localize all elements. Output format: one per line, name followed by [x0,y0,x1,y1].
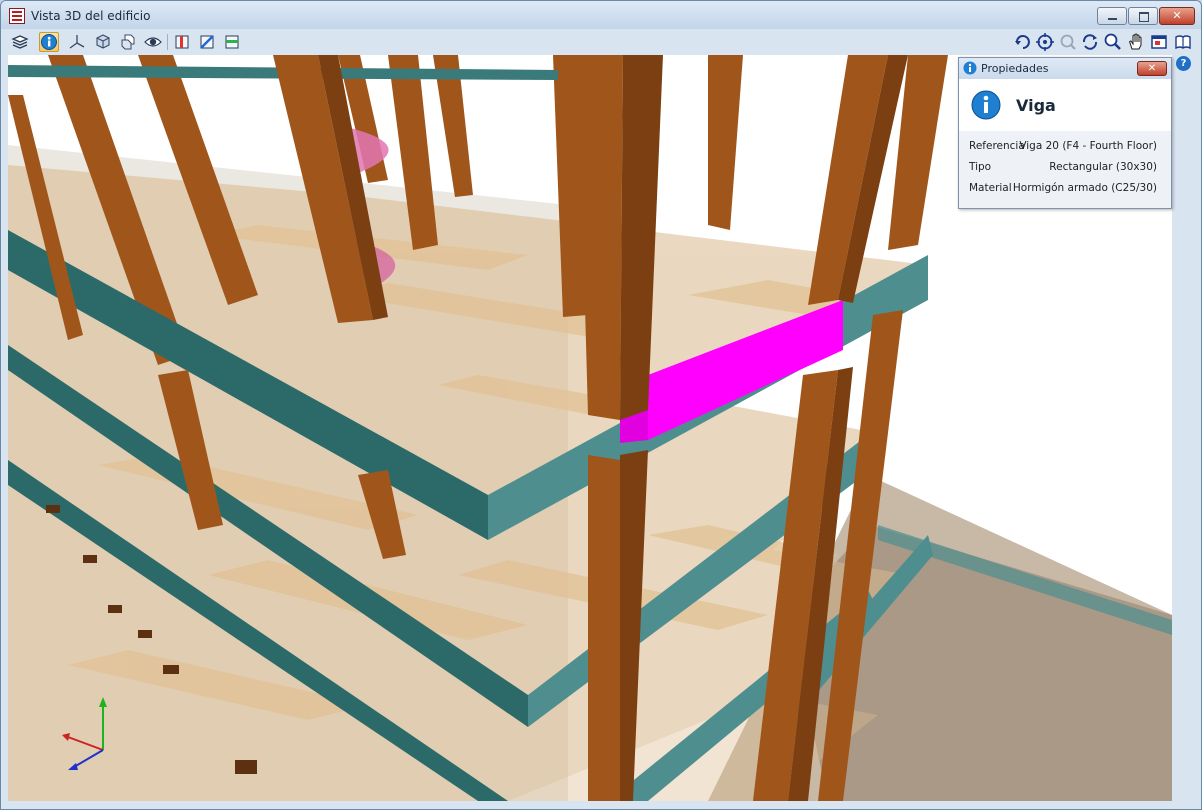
eye-icon[interactable] [143,32,163,52]
building-3d-view-window: Vista 3D del edificio ✕ ? Propiedades ✕ … [0,0,1202,810]
close-button[interactable] [1159,7,1195,25]
window-icon[interactable] [1149,32,1169,52]
properties-title: Propiedades [981,62,1049,75]
axes-icon[interactable] [67,32,87,52]
properties-close-button[interactable]: ✕ [1137,61,1167,76]
info-icon [963,61,977,75]
property-value: Viga 20 (F4 - Fourth Floor) [1019,140,1157,152]
right-side-strip: ? [1172,55,1201,801]
hand-pan-icon[interactable] [1126,32,1146,52]
property-label: Material [969,182,1012,194]
property-row-referencia: Referencia Viga 20 (F4 - Fourth Floor) [959,136,1171,156]
section-green-icon[interactable] [222,32,242,52]
zoom-disabled-icon[interactable] [1058,32,1078,52]
property-label: Tipo [969,161,992,173]
minimize-button[interactable] [1097,7,1127,25]
property-row-material: Material Hormigón armado (C25/30) [959,178,1171,198]
property-value: Rectangular (30x30) [1049,161,1157,173]
toolbar [1,30,1201,55]
maximize-button[interactable] [1128,7,1158,25]
property-value: Hormigón armado (C25/30) [1012,182,1157,194]
cube-icon[interactable] [93,32,113,52]
title-bar[interactable]: Vista 3D del edificio [1,1,1201,29]
section-red-icon[interactable] [172,32,192,52]
book-icon[interactable] [1173,32,1193,52]
properties-panel: Propiedades ✕ Viga Referencia Viga 20 (F… [958,57,1172,209]
app-icon [9,8,25,24]
layers-icon[interactable] [10,32,30,52]
element-type: Viga [1016,96,1056,115]
zoom-icon[interactable] [1103,32,1123,52]
bottom-border [1,801,1201,809]
help-icon[interactable]: ? [1176,56,1191,71]
properties-table: Referencia Viga 20 (F4 - Fourth Floor) T… [959,131,1171,208]
pan-target-icon[interactable] [1035,32,1055,52]
property-label: Referencia [969,140,1025,152]
window-title: Vista 3D del edificio [31,9,151,23]
section-blue-icon[interactable] [197,32,217,52]
properties-title-bar[interactable]: Propiedades ✕ [959,58,1171,79]
properties-header: Viga [959,79,1171,131]
toolbar-separator [167,34,168,50]
info-large-icon [971,90,1001,120]
property-row-tipo: Tipo Rectangular (30x30) [959,157,1171,177]
refresh-icon[interactable] [1080,32,1100,52]
info-icon[interactable] [39,32,59,52]
rotate-icon[interactable] [1013,32,1033,52]
cube-group-icon[interactable] [118,32,138,52]
